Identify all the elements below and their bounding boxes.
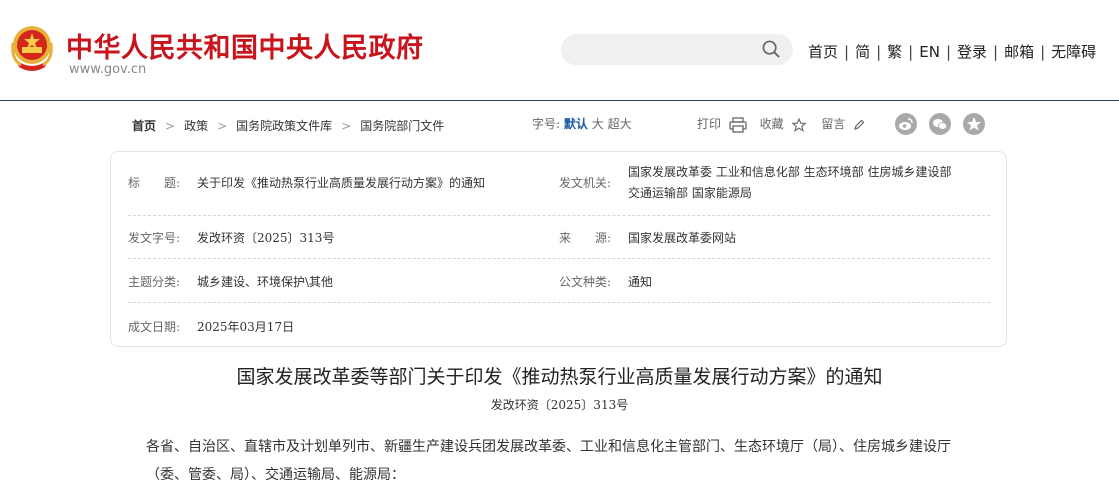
font-size-default[interactable]: 默认 (564, 117, 588, 131)
favorite-label: 收藏 (759, 117, 784, 131)
issuer-label: 发文机关: (559, 176, 612, 190)
nav-english[interactable]: EN (919, 43, 940, 61)
nav-traditional[interactable]: 繁 (887, 43, 902, 61)
font-size-label: 字号: (532, 117, 561, 131)
nav-separator: | (908, 43, 914, 61)
print-button[interactable]: 打印 (697, 116, 756, 133)
breadcrumb: 首页 > 政策 > 国务院政策文件库 > 国务院部门文件 (132, 117, 444, 134)
nav-separator: | (876, 43, 882, 61)
breadcrumb-dept-docs[interactable]: 国务院部门文件 (360, 117, 444, 134)
topic-value: 城乡建设、环境保护\其他 (197, 275, 334, 289)
comment-button[interactable]: 留言 (821, 117, 865, 131)
title-value: 关于印发《推动热泵行业高质量发展行动方案》的通知 (197, 176, 486, 190)
date-value: 2025年03月17日 (197, 320, 295, 334)
weibo-icon[interactable] (895, 113, 917, 135)
print-label: 打印 (697, 117, 722, 131)
favorite-button[interactable]: 收藏 (759, 117, 818, 132)
pencil-icon (854, 119, 865, 130)
search-icon[interactable] (762, 40, 781, 59)
site-header: 中华人民共和国中央人民政府 www.gov.cn 首页 | 简 | 繁 | EN | 登录 | 邮箱… (0, 0, 1119, 101)
nav-login[interactable]: 登录 (957, 43, 987, 61)
article-paragraph: 各省、自治区、直辖市及计划单列市、新疆生产建设兵团发展改革委、工业和信息化主管部… (146, 439, 951, 455)
breadcrumb-arrow: > (165, 119, 176, 133)
breadcrumb-policy-library[interactable]: 国务院政策文件库 (236, 117, 332, 134)
issuer-value-line1: 国家发展改革委 工业和信息化部 生态环境部 住房城乡建设部 (628, 165, 952, 179)
docno-value: 发改环资〔2025〕313号 (197, 231, 335, 245)
breadcrumb-policy[interactable]: 政策 (184, 117, 208, 134)
info-row-docno: 发文字号: 发改环资〔2025〕313号 来 源: 国家发展改革委网站 (128, 216, 990, 259)
nav-mail[interactable]: 邮箱 (1004, 43, 1034, 61)
font-size-xlarge[interactable]: 超大 (608, 117, 632, 131)
nav-separator: | (993, 43, 999, 61)
font-size-control: 字号: 默认 大 超大 (532, 115, 632, 132)
printer-icon (729, 116, 747, 133)
search-input[interactable] (561, 34, 793, 65)
star-icon (791, 117, 806, 132)
breadcrumb-arrow: > (341, 119, 352, 133)
breadcrumb-arrow: > (217, 119, 228, 133)
article-tools: 打印 收藏 留言 (697, 115, 865, 133)
source-value: 国家发展改革委网站 (628, 231, 737, 245)
national-emblem-icon[interactable] (9, 23, 55, 75)
article-paragraph: （委、管委、局）、交通运输局、能源局： (146, 467, 405, 480)
info-row-title: 标 题: 关于印发《推动热泵行业高质量发展行动方案》的通知 发文机关: 国家发展… (128, 152, 990, 216)
nav-accessibility[interactable]: 无障碍 (1051, 43, 1096, 61)
nav-simplified[interactable]: 简 (855, 43, 870, 61)
article-body: 各省、自治区、直辖市及计划单列市、新疆生产建设兵团发展改革委、工业和信息化主管部… (146, 433, 986, 480)
wechat-icon[interactable] (929, 113, 951, 135)
docno-label: 发文字号: (128, 231, 181, 245)
document-info-table: 标 题: 关于印发《推动热泵行业高质量发展行动方案》的通知 发文机关: 国家发展… (110, 151, 1007, 347)
doctype-value: 通知 (628, 275, 653, 289)
doctype-label: 公文种类: (559, 275, 612, 289)
nav-separator: | (945, 43, 951, 61)
site-domain: www.gov.cn (69, 62, 147, 77)
breadcrumb-home[interactable]: 首页 (132, 117, 156, 134)
info-row-topic: 主题分类: 城乡建设、环境保护\其他 公文种类: 通知 (128, 259, 990, 303)
site-title[interactable]: 中华人民共和国中央人民政府 (66, 26, 424, 65)
article-title: 国家发展改革委等部门关于印发《推动热泵行业高质量发展行动方案》的通知 (236, 366, 883, 388)
info-row-date: 成文日期: 2025年03月17日 (128, 303, 990, 347)
nav-separator: | (844, 43, 850, 61)
nav-home[interactable]: 首页 (808, 43, 838, 61)
issuer-value-line2: 交通运输部 国家能源局 (628, 186, 752, 200)
top-nav: 首页 | 简 | 繁 | EN | 登录 | 邮箱 | 无障碍 (808, 41, 1096, 62)
font-size-large[interactable]: 大 (592, 117, 604, 131)
topic-label: 主题分类: (128, 275, 181, 289)
nav-separator: | (1040, 43, 1046, 61)
title-label: 标 题: (128, 176, 181, 190)
article-doc-number: 发改环资〔2025〕313号 (490, 398, 629, 412)
qzone-icon[interactable] (963, 113, 985, 135)
source-label: 来 源: (559, 231, 612, 245)
comment-label: 留言 (821, 117, 846, 131)
date-label: 成文日期: (128, 320, 181, 334)
